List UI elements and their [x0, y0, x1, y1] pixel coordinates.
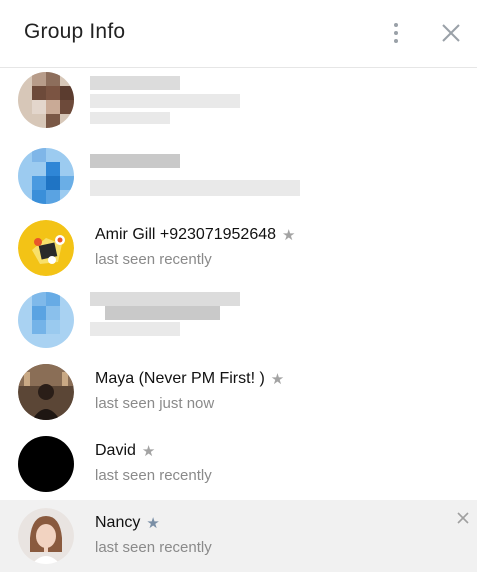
star-icon: ★ — [282, 226, 296, 244]
star-icon: ★ — [146, 514, 160, 532]
member-row[interactable] — [0, 284, 477, 356]
close-icon[interactable] — [438, 20, 464, 46]
page-title: Group Info — [24, 20, 126, 43]
member-row[interactable] — [0, 140, 477, 212]
member-row[interactable]: Amir Gill +923071952648 ★ last seen rece… — [0, 212, 477, 284]
member-name: Amir Gill +923071952648 — [95, 226, 277, 243]
member-avatar — [18, 292, 74, 348]
member-avatar — [18, 364, 74, 420]
more-vertical-icon[interactable] — [382, 18, 410, 48]
member-row[interactable] — [0, 68, 477, 140]
member-avatar — [18, 72, 74, 128]
group-info-header: Group Info — [0, 0, 477, 68]
star-icon: ★ — [141, 442, 156, 460]
member-name: David — [95, 442, 136, 459]
member-avatar — [18, 220, 74, 276]
member-avatar — [18, 148, 74, 204]
member-avatar — [18, 508, 74, 564]
member-row[interactable]: Nancy ★ last seen recently — [0, 500, 477, 572]
member-status: last seen recently — [95, 251, 212, 268]
member-status: last seen recently — [95, 539, 212, 556]
member-row[interactable]: Maya (Never PM First! ) ★ last seen just… — [0, 356, 477, 428]
star-icon: ★ — [270, 370, 285, 388]
remove-member-icon[interactable] — [455, 510, 471, 526]
member-name: Nancy — [95, 514, 141, 531]
member-status: last seen recently — [95, 467, 212, 484]
member-status: last seen just now — [95, 395, 215, 412]
member-avatar — [18, 436, 74, 492]
member-row[interactable]: David ★ last seen recently — [0, 428, 477, 500]
member-name: Maya (Never PM First! ) — [95, 370, 265, 387]
